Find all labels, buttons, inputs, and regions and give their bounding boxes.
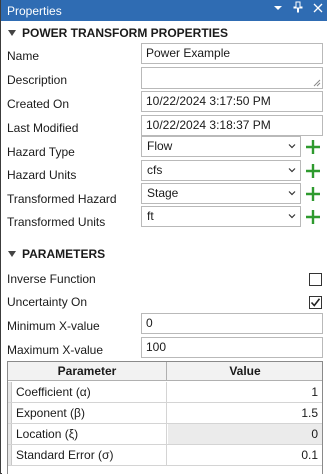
description-field[interactable]: [141, 67, 323, 89]
parameters-section-header[interactable]: PARAMETERS: [6, 246, 105, 262]
parameter-name-cell: Exponent (β): [12, 403, 167, 423]
add-transformed-units-icon[interactable]: [305, 209, 321, 225]
table-row[interactable]: Standard Error (σ) 0.1: [8, 445, 322, 466]
inverse-function-label: Inverse Function: [7, 272, 96, 286]
transformed-units-label: Transformed Units: [7, 215, 106, 229]
chevron-down-icon: [288, 191, 296, 196]
transformed-hazard-value: Stage: [147, 186, 179, 200]
parameter-value-cell[interactable]: 1: [168, 382, 322, 402]
chevron-down-icon: [288, 168, 296, 173]
header-parameter[interactable]: Parameter: [8, 362, 167, 381]
name-label: Name: [7, 49, 40, 63]
transformed-units-value: ft: [147, 209, 154, 223]
panel-content: POWER TRANSFORM PROPERTIES Name Power Ex…: [2, 21, 327, 474]
transformed-hazard-select[interactable]: Stage: [141, 183, 301, 204]
parameters-table: Parameter Value Coefficient (α) 1 Exponent…: [7, 361, 323, 474]
dropdown-icon[interactable]: [272, 0, 284, 21]
created-on-label: Created On: [7, 97, 70, 111]
uncertainty-label: Uncertainty On: [7, 295, 88, 309]
resize-grip-icon[interactable]: [313, 79, 321, 87]
parameter-value-cell[interactable]: 0.1: [168, 445, 322, 465]
pin-icon[interactable]: [292, 0, 304, 21]
header-value[interactable]: Value: [168, 362, 322, 381]
hazard-type-value: Flow: [147, 139, 173, 153]
hazard-type-select[interactable]: Flow: [141, 136, 301, 157]
max-x-label: Maximum X-value: [7, 343, 104, 357]
inverse-function-checkbox[interactable]: [309, 273, 322, 286]
checkmark-icon: [310, 298, 321, 307]
parameter-name-cell: Location (ξ): [12, 424, 167, 444]
uncertainty-checkbox[interactable]: [309, 296, 322, 309]
parameter-name-cell: Coefficient (α): [12, 382, 167, 402]
table-header: Parameter Value: [8, 362, 322, 381]
hazard-units-select[interactable]: cfs: [141, 160, 301, 181]
table-row[interactable]: Coefficient (α) 1: [8, 382, 322, 403]
collapse-triangle-icon[interactable]: [8, 251, 16, 257]
parameter-value-cell[interactable]: 1.5: [168, 403, 322, 423]
hazard-units-label: Hazard Units: [7, 168, 77, 182]
parameter-value-cell: 0: [168, 424, 322, 444]
name-field[interactable]: Power Example: [141, 43, 323, 64]
transformed-hazard-label: Transformed Hazard: [7, 192, 117, 206]
section-title: PARAMETERS: [22, 247, 106, 261]
last-modified-field: 10/22/2024 3:18:37 PM: [141, 115, 323, 136]
hazard-type-label: Hazard Type: [7, 145, 75, 159]
power-transform-section-header[interactable]: POWER TRANSFORM PROPERTIES: [6, 25, 228, 41]
chevron-down-icon: [288, 214, 296, 219]
panel-title: Properties: [7, 3, 62, 18]
table-row[interactable]: Location (ξ) 0: [8, 424, 322, 445]
table-row[interactable]: Exponent (β) 1.5: [8, 403, 322, 424]
add-transformed-hazard-icon[interactable]: [305, 186, 321, 202]
description-label: Description: [7, 73, 68, 87]
section-title: POWER TRANSFORM PROPERTIES: [22, 26, 229, 40]
hazard-units-value: cfs: [147, 163, 163, 177]
properties-panel: Properties POWER TRANSFORM PROPERTIES Na…: [0, 0, 327, 474]
close-icon[interactable]: [312, 0, 324, 21]
titlebar-controls: [272, 0, 324, 21]
panel-titlebar[interactable]: Properties: [1, 0, 327, 21]
add-hazard-units-icon[interactable]: [305, 163, 321, 179]
max-x-field[interactable]: 100: [141, 337, 323, 358]
min-x-field[interactable]: 0: [141, 313, 323, 334]
collapse-triangle-icon[interactable]: [8, 30, 16, 36]
min-x-label: Minimum X-value: [7, 319, 100, 333]
parameter-name-cell: Standard Error (σ): [12, 445, 167, 465]
transformed-units-select[interactable]: ft: [141, 206, 301, 227]
last-modified-label: Last Modified: [7, 121, 79, 135]
chevron-down-icon: [288, 144, 296, 149]
add-hazard-type-icon[interactable]: [305, 139, 321, 155]
created-on-field: 10/22/2024 3:17:50 PM: [141, 91, 323, 112]
